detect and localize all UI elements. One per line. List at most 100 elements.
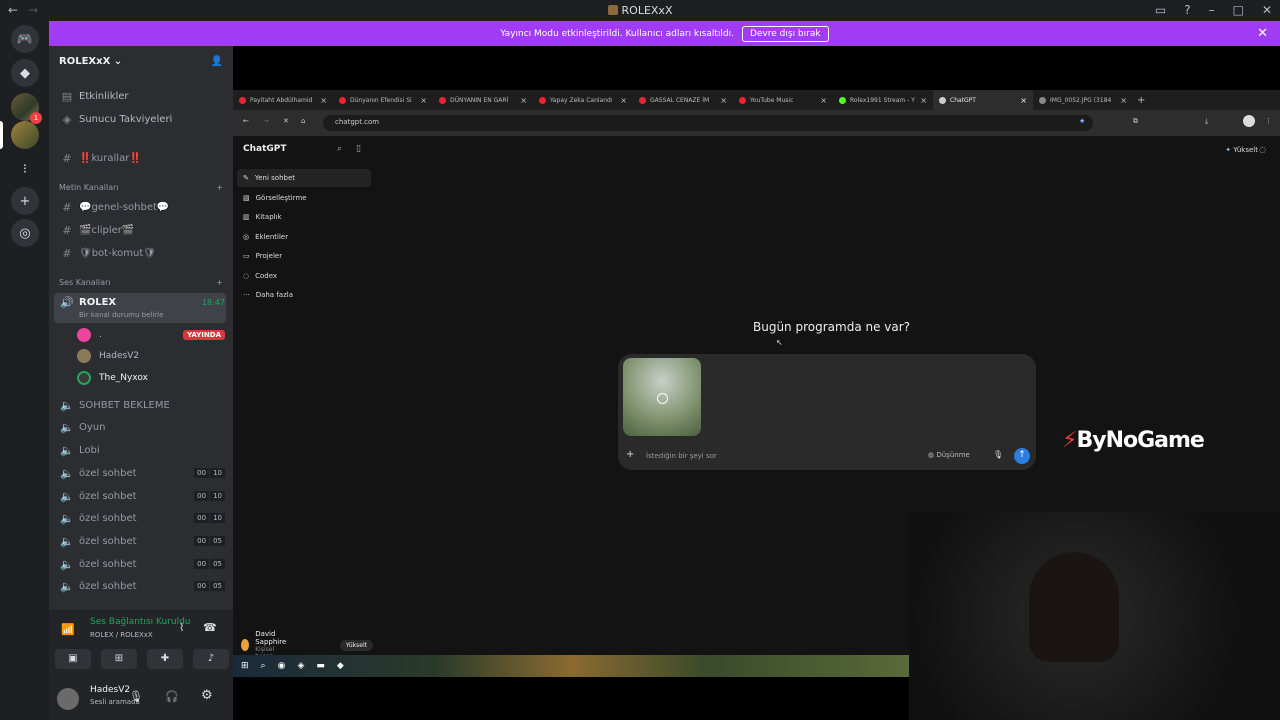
add-voice-channel-icon[interactable]: + <box>216 278 223 287</box>
download-icon[interactable]: ⤓ <box>1205 117 1208 126</box>
minimize-icon[interactable]: – <box>1209 3 1215 17</box>
tab[interactable]: IMG_0052.JPG (3184 × <box>1033 90 1133 110</box>
microphone-icon[interactable]: 🎙 <box>993 450 1003 459</box>
channel-status[interactable]: Bir kanal durumu belirle <box>79 311 163 319</box>
headphones-icon[interactable]: 🎧 <box>165 690 179 703</box>
noise-suppression-icon[interactable]: ⌇ <box>179 621 184 634</box>
disconnect-icon[interactable]: ☎ <box>203 621 217 634</box>
banner-close-icon[interactable]: ✕ <box>1257 26 1268 41</box>
nav-library[interactable]: ▥ Kitaplık <box>237 208 371 226</box>
soundboard-icon[interactable]: ♪ <box>193 649 229 669</box>
search-icon[interactable]: ⌕ <box>261 661 266 671</box>
tab[interactable]: YouTube Music × <box>733 90 833 110</box>
search-icon[interactable]: ⌕ <box>337 144 342 154</box>
nitro-icon[interactable]: ◆ <box>11 59 39 87</box>
sidebar-toggle-icon[interactable]: ▯ <box>356 144 361 154</box>
temporary-chat-icon[interactable]: ◌ <box>1259 145 1266 154</box>
voice-channel[interactable]: 🔈 özel sohbet 00 10 <box>59 486 225 506</box>
tab-chatgpt[interactable]: ChatGPT × <box>933 90 1033 110</box>
channel-bot-komut[interactable]: # 🛡bot-komut🛡 <box>59 243 225 263</box>
close-tab-icon[interactable]: × <box>1120 96 1127 105</box>
nav-new-chat[interactable]: ✎ Yeni sohbet <box>237 169 371 187</box>
voice-channel[interactable]: 🔈 özel sohbet 00 10 <box>59 508 225 528</box>
channel-clipler[interactable]: # 🎬clipler🎬 <box>59 220 225 240</box>
voice-user[interactable]: HadesV2 <box>77 346 225 366</box>
voice-channel[interactable]: 🔈 Lobi <box>59 440 225 460</box>
close-tab-icon[interactable]: × <box>820 96 827 105</box>
windows-icon[interactable]: ⊞ <box>241 661 249 671</box>
inbox-icon[interactable]: ▭ <box>1155 3 1166 17</box>
close-tab-icon[interactable]: × <box>620 96 627 105</box>
close-window-icon[interactable]: ✕ <box>1262 3 1272 17</box>
text-category[interactable]: Metin Kanalları + <box>59 183 223 192</box>
close-tab-icon[interactable]: × <box>920 96 927 105</box>
tab[interactable]: Rolex1991 Stream - Y × <box>833 90 933 110</box>
forward-icon[interactable]: → <box>263 117 269 125</box>
back-icon[interactable]: ← <box>243 117 249 125</box>
home-icon[interactable]: ⌂ <box>301 117 305 125</box>
app-icon[interactable]: ◆ <box>337 661 344 671</box>
prompt-input[interactable]: İstediğin bir şeyi sor <box>646 452 717 460</box>
extensions-icon[interactable]: ⧉ <box>1133 117 1138 126</box>
folder-icon[interactable]: ⁝ <box>11 155 39 183</box>
voice-channel[interactable]: 🔈 özel sohbet 00 05 <box>59 554 225 574</box>
events-item[interactable]: ▤ Etkinlikler <box>59 86 225 106</box>
chrome-icon[interactable]: ◉ <box>278 661 286 671</box>
discord-home-icon[interactable]: 🎮 <box>11 25 39 53</box>
profile-icon[interactable] <box>1243 115 1255 127</box>
nav-images[interactable]: ▧ Görselleştirme <box>237 189 371 207</box>
add-server-icon[interactable]: + <box>11 187 39 215</box>
close-tab-icon[interactable]: × <box>1020 96 1027 105</box>
voice-channel-rolex[interactable]: 🔊 ROLEX 18:47 <box>59 292 225 312</box>
upgrade-top[interactable]: ✦ Yükselt <box>1225 146 1258 154</box>
new-tab-icon[interactable]: + <box>1137 95 1145 106</box>
help-icon[interactable]: ? <box>1184 3 1190 17</box>
close-tab-icon[interactable]: × <box>320 96 327 105</box>
server-header[interactable]: ROLEXxX ⌄ 👤 <box>49 46 233 78</box>
think-toggle[interactable]: ◍ Düşünme <box>928 451 970 459</box>
server-icon-1[interactable]: 1 <box>11 93 42 124</box>
settings-icon[interactable]: ⚙ <box>201 688 213 703</box>
channel-genel-sohbet[interactable]: # 💬genel-sohbet💬 <box>59 197 225 217</box>
voice-channel[interactable]: 🔈 özel sohbet 00 05 <box>59 576 225 596</box>
voice-channel[interactable]: 🔈 özel sohbet 00 10 <box>59 463 225 483</box>
voice-channel[interactable]: 🔈 SOHBET BEKLEME <box>59 395 225 415</box>
uploaded-image-thumbnail[interactable] <box>623 358 701 436</box>
boosts-item[interactable]: ◈ Sunucu Takviyeleri <box>59 109 225 129</box>
add-channel-icon[interactable]: + <box>216 183 223 192</box>
nav-plugins[interactable]: ◎ Eklentiler <box>237 228 371 246</box>
voice-user[interactable]: The_Nyxox <box>77 368 225 388</box>
close-tab-icon[interactable]: × <box>720 96 727 105</box>
close-tab-icon[interactable]: × <box>520 96 527 105</box>
tab[interactable]: GASSAL CENAZE İM × <box>633 90 733 110</box>
camera-icon[interactable]: ▣ <box>55 649 91 669</box>
tab[interactable]: Payitaht Abdülhamid × <box>233 90 333 110</box>
discover-icon[interactable]: ◎ <box>11 219 39 247</box>
nav-projects[interactable]: ▭ Projeler <box>237 247 371 265</box>
add-attachment-icon[interactable]: + <box>626 449 634 460</box>
voice-status-title[interactable]: Ses Bağlantısı Kuruldu <box>90 617 190 627</box>
tab[interactable]: Yapay Zeka Canlandı × <box>533 90 633 110</box>
disable-button[interactable]: Devre dışı bırak <box>741 25 829 42</box>
channel-rules[interactable]: # ‼️kurallar‼️ <box>59 148 225 168</box>
nav-more[interactable]: ··· Daha fazla <box>237 286 371 304</box>
tab[interactable]: Dünyanın Efendisi Si × <box>333 90 433 110</box>
menu-icon[interactable]: ⋮ <box>1265 117 1272 125</box>
file-explorer-icon[interactable]: ▬ <box>316 661 325 671</box>
avatar[interactable] <box>57 688 79 710</box>
server-icon-2[interactable] <box>11 121 39 149</box>
send-button[interactable]: ↑ <box>1014 448 1030 464</box>
voice-channel[interactable]: 🔈 Oyun <box>59 417 225 437</box>
tab[interactable]: DÜNYANIN EN GARİ × <box>433 90 533 110</box>
voice-user[interactable]: . YAYINDA <box>77 325 225 345</box>
activity-icon[interactable]: ✚ <box>147 649 183 669</box>
url-field[interactable]: chatgpt.com <box>323 115 1093 131</box>
reload-icon[interactable]: ✕ <box>283 117 289 125</box>
discord-icon[interactable]: ◈ <box>297 661 304 671</box>
close-tab-icon[interactable]: × <box>420 96 427 105</box>
microphone-icon[interactable]: 🎙 <box>129 690 143 703</box>
screen-share-icon[interactable]: ⊞ <box>101 649 137 669</box>
voice-category[interactable]: Ses Kanalları + <box>59 278 223 287</box>
maximize-icon[interactable]: □ <box>1233 3 1244 17</box>
invite-icon[interactable]: 👤 <box>211 56 223 68</box>
